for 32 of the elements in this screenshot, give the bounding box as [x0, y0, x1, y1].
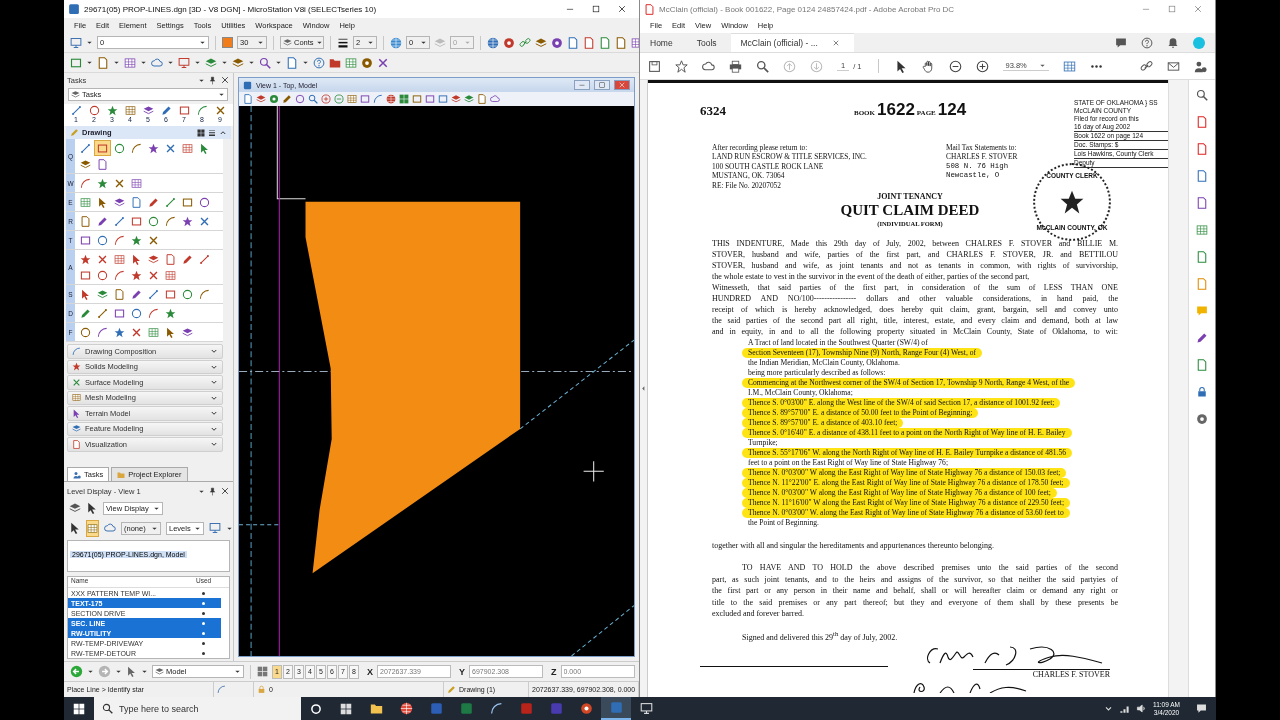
axis-label: X [367, 666, 373, 677]
axis-label: Y [459, 666, 466, 677]
window-title: McClain (official) - Book 001622, Page 0124 24857424.pdf - Adobe Acrobat Pro DC [659, 4, 956, 14]
window-title: 29671(05) PROP-LINES.dgn [3D - V8 DGN] - MicroStation V8i (SELECTseries 10) [84, 4, 378, 14]
page-number: 124 [937, 100, 967, 120]
deed-text-line: receipt of which is hereby acknowledged, does hereby quit claim, grant, bargain, sell and convey unto [712, 304, 1118, 316]
deed-text-line: HUNDRED AND NO/100---------------- dollars and other valuable considerations, in hand paid, the [712, 293, 1118, 305]
search-field[interactable]: Type here to search [119, 703, 293, 714]
tab[interactable]: Home [640, 33, 687, 52]
signer-name: CHARLES F. STOVER [972, 669, 1110, 680]
deed-text-line: TO HAVE AND TO HOLD the above described premises unto the said parties of the second [741, 562, 1118, 574]
signing-statement: Signed and delivered this 29$^{th}$ day of July, 2002. [742, 629, 899, 642]
deed-text-line: together with all and singular the hereditaments and appurtenances thereunto belonging. [712, 540, 995, 552]
axis-label: Z [551, 666, 557, 677]
deed-text-line: excluded and forever barred. [712, 608, 805, 620]
deed-text-line: the whole estate to vest in the survivor in the event of the death of either, parties of the second part, [712, 271, 1031, 283]
deed-text-line: THIS INDENTURE, Made this 29th day of July, 2002, between CHALRES F. STOVER and BILLIE M. [712, 238, 1118, 250]
tab[interactable]: McClain (official) - ... [730, 33, 854, 52]
document-number: 6324 [700, 103, 726, 119]
deed-text-line: part, as such joint tenants, and to the heirs and assigns of the survivor, so that neither the said partyies of [712, 573, 1118, 586]
tab[interactable]: Tools [686, 33, 731, 52]
search-box[interactable]: Type here to search [94, 697, 301, 720]
deed-heading: JOINT TENANCY [877, 192, 943, 203]
deed-text-line: the said parties of the second part all right, title, interest, estate, and every claim and demand, both at law [712, 315, 1118, 327]
deed-text-line: the first part or any person in their name and behalf, shall or will hereafter claim or demand any right or [712, 585, 1118, 597]
book-number: 1622 [877, 100, 915, 120]
deed-text-line: Witnesseth, that said parties of the first part, in consideration of the sum of LESS THAN ONE [712, 282, 1118, 294]
deed-text-line: title to the said premises or any part thereof; but they and everyone of them shall by these presents be [712, 596, 1118, 609]
deed-text-line: and in equity, in and to all the following property situated in McClain County, State of Oklahoma, to wit: [712, 326, 1118, 338]
deed-title: QUIT CLAIM DEED [840, 202, 980, 220]
deed-text-line: STOVER, husband and wife, as joint tenants and not as tenants in common, with rights of survivorship, [712, 260, 1118, 272]
deed-text-line: STOVER, husband and wife, parties of the first part, and CHARLES F. STOVER, JR. and BETTILOU [712, 249, 1118, 261]
